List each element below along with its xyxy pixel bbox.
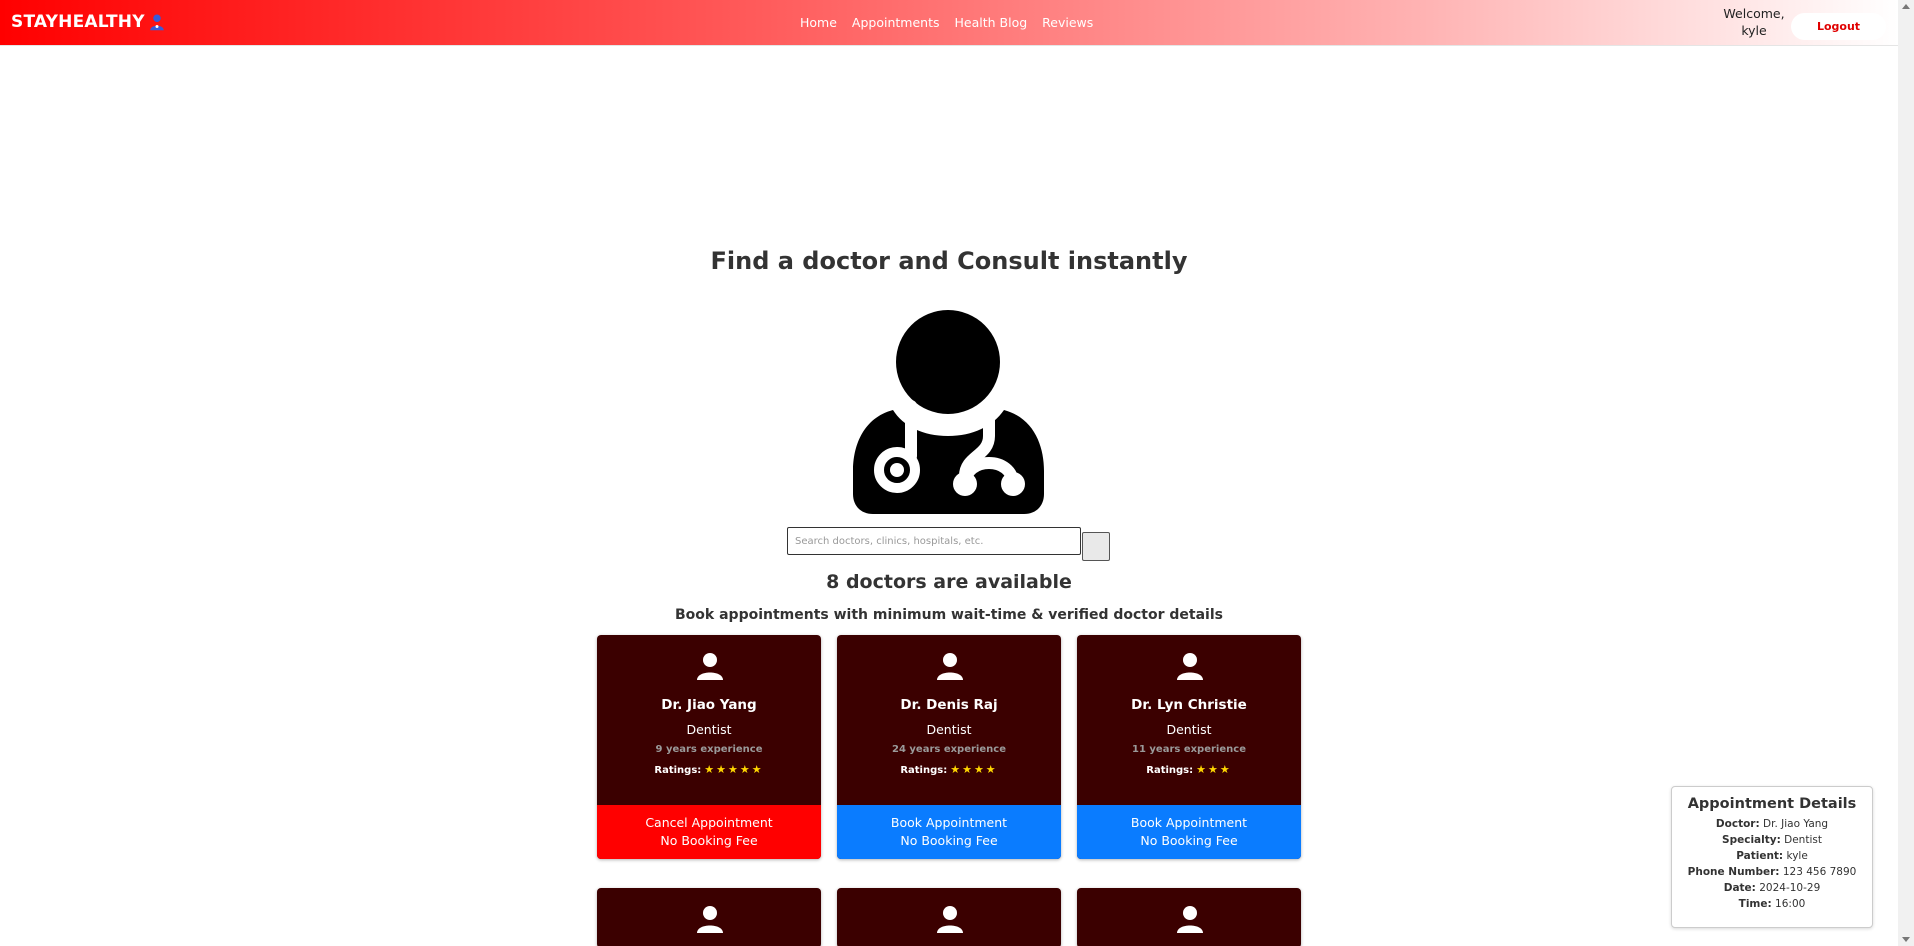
cancel-appointment-button[interactable]: Cancel Appointment No Booking Fee: [597, 805, 821, 859]
specialty-value: Dentist: [1784, 834, 1822, 846]
doctor-rating: Ratings: ★★★: [1077, 763, 1301, 776]
page-title: Find a doctor and Consult instantly: [710, 247, 1188, 275]
phone-label: Phone Number:: [1687, 866, 1780, 878]
doctor-card: [1077, 888, 1301, 946]
welcome-text: Welcome, kyle: [1718, 5, 1790, 39]
appointment-date: Date: 2024-10-29: [1672, 880, 1872, 896]
nav-link-appointments[interactable]: Appointments: [852, 15, 940, 30]
appointment-patient: Patient: kyle: [1672, 848, 1872, 864]
doctor-experience: 9 years experience: [655, 744, 763, 755]
date-value: 2024-10-29: [1759, 882, 1821, 894]
navbar: STAYHEALTHY Home Appointments Health Blo…: [0, 0, 1898, 46]
doctor-card: Dr. Lyn Christie Dentist 11 years experi…: [1077, 635, 1301, 859]
user-avatar-icon: [697, 906, 723, 933]
search-button[interactable]: [1082, 532, 1110, 561]
user-avatar-icon: [1177, 653, 1203, 680]
book-appointment-button[interactable]: Book Appointment No Booking Fee: [837, 805, 1061, 859]
doctor-name: Dr. Jiao Yang: [661, 697, 757, 713]
appointment-phone: Phone Number: 123 456 7890: [1672, 864, 1872, 880]
scroll-down-arrow-icon[interactable]: [1902, 937, 1910, 942]
doctor-card: Dr. Denis Raj Dentist 24 years experienc…: [837, 635, 1061, 859]
page-scrollbar[interactable]: [1898, 0, 1914, 946]
user-avatar-icon: [697, 653, 723, 680]
doctor-mini-icon: [149, 14, 164, 31]
star-rating-icon: ★★★★★: [704, 763, 764, 776]
star-rating-icon: ★★★: [1196, 763, 1232, 776]
nav-link-reviews[interactable]: Reviews: [1042, 15, 1093, 30]
doctor-value: Dr. Jiao Yang: [1763, 818, 1829, 830]
search-input[interactable]: [787, 527, 1081, 555]
user-avatar-icon: [937, 653, 963, 680]
button-label: Cancel Appointment: [645, 815, 773, 830]
doctor-name: Dr. Denis Raj: [900, 697, 998, 713]
book-appointment-button[interactable]: Book Appointment No Booking Fee: [1077, 805, 1301, 859]
brand-logo[interactable]: STAYHEALTHY: [11, 12, 166, 32]
rating-label: Ratings:: [1146, 765, 1194, 776]
doctor-experience: 24 years experience: [892, 744, 1006, 755]
doctor-rating: Ratings: ★★★★★: [597, 763, 821, 776]
doctor-card: [597, 888, 821, 946]
time-value: 16:00: [1775, 898, 1806, 910]
star-rating-icon: ★★★★: [950, 763, 998, 776]
doctor-experience: 11 years experience: [1132, 744, 1246, 755]
button-sublabel: No Booking Fee: [1140, 833, 1238, 848]
user-avatar-icon: [1177, 906, 1203, 933]
nav-link-home[interactable]: Home: [800, 15, 837, 30]
doctor-card: Dr. Jiao Yang Dentist 9 years experience…: [597, 635, 821, 859]
button-sublabel: No Booking Fee: [660, 833, 758, 848]
appointment-details-list: Doctor: Dr. Jiao Yang Specialty: Dentist…: [1672, 816, 1872, 912]
phone-value: 123 456 7890: [1782, 866, 1857, 878]
scroll-up-arrow-icon[interactable]: [1902, 4, 1910, 9]
appointment-doctor: Doctor: Dr. Jiao Yang: [1672, 816, 1872, 832]
doctor-specialty: Dentist: [926, 722, 972, 737]
welcome-greeting: Welcome,: [1723, 6, 1785, 21]
patient-label: Patient:: [1736, 850, 1784, 862]
rating-label: Ratings:: [900, 765, 948, 776]
button-label: Book Appointment: [890, 815, 1008, 830]
button-sublabel: No Booking Fee: [900, 833, 998, 848]
patient-value: kyle: [1786, 850, 1808, 862]
doctor-rating: Ratings: ★★★★: [837, 763, 1061, 776]
welcome-username: kyle: [1741, 23, 1767, 38]
appointment-details-title: Appointment Details: [1687, 796, 1857, 812]
rating-label: Ratings:: [654, 765, 702, 776]
results-subtitle: Book appointments with minimum wait-time…: [675, 607, 1223, 623]
logout-button[interactable]: Logout: [1791, 13, 1886, 40]
date-label: Date:: [1723, 882, 1756, 894]
doctor-stethoscope-icon: [853, 310, 1044, 514]
specialty-label: Specialty:: [1722, 834, 1781, 846]
doctor-card: [837, 888, 1061, 946]
nav-links: Home Appointments Health Blog Reviews: [800, 15, 1093, 30]
user-avatar-icon: [937, 906, 963, 933]
time-label: Time:: [1738, 898, 1772, 910]
nav-link-health-blog[interactable]: Health Blog: [955, 15, 1028, 30]
doctor-specialty: Dentist: [1166, 722, 1212, 737]
doctor-specialty: Dentist: [686, 722, 732, 737]
appointment-time: Time: 16:00: [1672, 896, 1872, 912]
button-label: Book Appointment: [1130, 815, 1248, 830]
doctor-count: 8 doctors are available: [826, 571, 1072, 593]
appointment-specialty: Specialty: Dentist: [1672, 832, 1872, 848]
brand-name: STAYHEALTHY: [11, 12, 145, 32]
appointment-details-panel: Appointment Details Doctor: Dr. Jiao Yan…: [1671, 786, 1873, 928]
doctor-label: Doctor:: [1715, 818, 1760, 830]
doctor-name: Dr. Lyn Christie: [1131, 697, 1247, 713]
